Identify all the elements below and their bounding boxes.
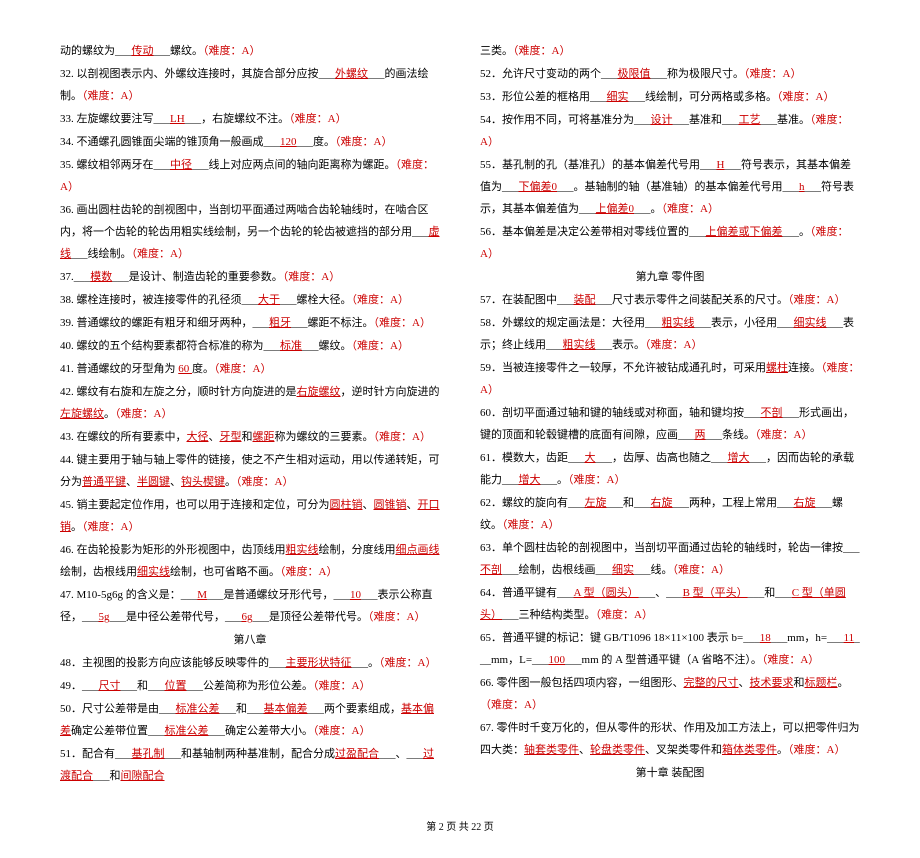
item-33: 33. 左旋螺纹要注写___LH___，右旋螺纹不注。（难度：A）: [60, 108, 440, 130]
item-34: 34. 不通螺孔圆锥面尖端的锥顶角一般画成___120___度。（难度：A）: [60, 131, 440, 153]
left-column: 动的螺纹为___传动___螺纹。（难度：A） 32. 以剖视图表示内、外螺纹连接…: [60, 40, 440, 788]
item-32: 32. 以剖视图表示内、外螺纹连接时，其旋合部分应按___外螺纹___的画法绘制…: [60, 63, 440, 107]
item-51-continued: 三类。（难度：A）: [480, 40, 860, 62]
item-48: 48．主视图的投影方向应该能够反映零件的___主要形状特征___。（难度：A）: [60, 652, 440, 674]
item-60: 60．剖切平面通过轴和键的轴线或对称面，轴和键均按___不剖___形式画出，键的…: [480, 402, 860, 446]
item-54: 54．按作用不同，可将基准分为___设计___基准和___工艺___基准。（难度…: [480, 109, 860, 153]
item-67: 67. 零件时千变万化的，但从零件的形状、作用及加工方法上，可以把零件归为四大类…: [480, 717, 860, 761]
item-31: 动的螺纹为___传动___螺纹。（难度：A）: [60, 40, 440, 62]
item-64: 64．普通平键有___A 型（圆头）___、___B 型（平头）___和___C…: [480, 582, 860, 626]
item-39: 39. 普通螺纹的螺距有粗牙和细牙两种，___粗牙___螺距不标注。（难度：A）: [60, 312, 440, 334]
item-38: 38. 螺栓连接时，被连接零件的孔径须___大于___螺栓大径。（难度：A）: [60, 289, 440, 311]
item-63: 63．单个圆柱齿轮的剖视图中，当剖切平面通过齿轮的轴线时，轮齿一律按___不剖_…: [480, 537, 860, 581]
item-36: 36. 画出圆柱齿轮的剖视图中，当剖切平面通过两啮合齿轮轴线时，在啮合区内，将一…: [60, 199, 440, 265]
item-45: 45. 销主要起定位作用，也可以用于连接和定位，可分为圆柱销、圆锥销、开口销。（…: [60, 494, 440, 538]
item-52: 52．允许尺寸变动的两个___极限值___称为极限尺寸。（难度：A）: [480, 63, 860, 85]
item-65: 65．普通平键的标记：键 GB/T1096 18×11×100 表示 b=___…: [480, 627, 860, 671]
item-55: 55．基孔制的孔（基准孔）的基本偏差代号用___H___符号表示，其基本偏差值为…: [480, 154, 860, 220]
item-42: 42. 螺纹有右旋和左旋之分，顺时针方向旋进的是右旋螺纹，逆时针方向旋进的左旋螺…: [60, 381, 440, 425]
item-43: 43. 在螺纹的所有要素中，大径、牙型和螺距称为螺纹的三要素。（难度：A）: [60, 426, 440, 448]
item-40: 40. 螺纹的五个结构要素都符合标准的称为___标准___螺纹。（难度：A）: [60, 335, 440, 357]
item-62: 62．螺纹的旋向有___左旋___和___右旋___两种，工程上常用___右旋_…: [480, 492, 860, 536]
section-8-title: 第八章: [60, 629, 440, 651]
item-44: 44. 键主要用于轴与轴上零件的链接，使之不产生相对运动，用以传递转矩，可分为普…: [60, 449, 440, 493]
item-61: 61．模数大，齿距___大___，齿厚、齿高也随之___增大___，因而齿轮的承…: [480, 447, 860, 491]
item-47: 47. M10-5g6g 的含义是：___M___是普通螺纹牙形代号，___10…: [60, 584, 440, 628]
item-66: 66. 零件图一般包括四项内容，一组图形、完整的尺寸、技术要求和标题栏。（难度：…: [480, 672, 860, 716]
item-58: 58．外螺纹的规定画法是：大径用___粗实线___表示，小径用___细实线___…: [480, 312, 860, 356]
right-column: 三类。（难度：A） 52．允许尺寸变动的两个___极限值___称为极限尺寸。（难…: [480, 40, 860, 788]
page-footer: 第 2 页 共 22 页: [60, 818, 860, 838]
item-35: 35. 螺纹相邻两牙在___中径___线上对应两点间的轴向距离称为螺距。（难度：…: [60, 154, 440, 198]
item-57: 57．在装配图中___装配___尺寸表示零件之间装配关系的尺寸。（难度：A）: [480, 289, 860, 311]
item-53: 53．形位公差的框格用___细实___线绘制，可分两格或多格。（难度：A）: [480, 86, 860, 108]
item-59: 59．当被连接零件之一较厚，不允许被钻成通孔时，可采用螺柱连接。（难度：A）: [480, 357, 860, 401]
item-37: 37.___模数___是设计、制造齿轮的重要参数。（难度：A）: [60, 266, 440, 288]
item-41: 41. 普通螺纹的牙型角为 60 度。（难度：A）: [60, 358, 440, 380]
item-50: 50．尺寸公差带是由___标准公差___和___基本偏差___两个要素组成，基本…: [60, 698, 440, 742]
section-10-title: 第十章 装配图: [480, 762, 860, 784]
section-9-title: 第九章 零件图: [480, 266, 860, 288]
item-56: 56．基本偏差是决定公差带相对零线位置的___上偏差或下偏差___。（难度：A）: [480, 221, 860, 265]
page-container: 动的螺纹为___传动___螺纹。（难度：A） 32. 以剖视图表示内、外螺纹连接…: [60, 40, 860, 788]
item-51: 51．配合有___基孔制___和基轴制两种基准制，配合分成过盈配合___、___…: [60, 743, 440, 787]
item-46: 46. 在齿轮投影为矩形的外形视图中，齿顶线用粗实线绘制，分度线用细点画线绘制，…: [60, 539, 440, 583]
item-49: 49．___尺寸___和___位置___公差简称为形位公差。（难度：A）: [60, 675, 440, 697]
